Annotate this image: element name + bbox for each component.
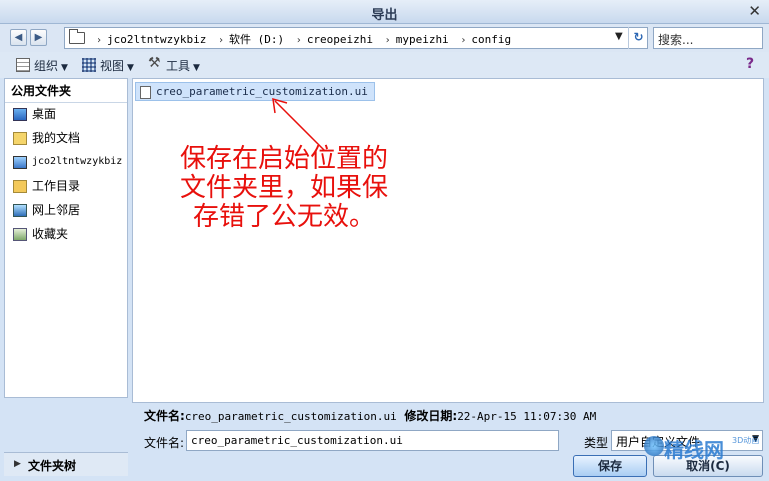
desktop-icon xyxy=(13,108,27,121)
details-modified-label: 修改日期: xyxy=(404,409,458,423)
type-label: 类型 xyxy=(584,436,609,450)
file-details: 文件名:creo_parametric_customization.ui 修改日… xyxy=(132,404,764,424)
sidebar-item-label: 桌面 xyxy=(32,107,57,121)
file-list: creo_parametric_customization.ui 保存在启始位置… xyxy=(132,78,764,403)
details-filename-value: creo_parametric_customization.ui xyxy=(184,410,397,423)
back-arrow-icon[interactable]: ◀ xyxy=(10,29,27,46)
breadcrumb: › jco2ltntwzykbiz › 软件 (D:) › creopeizhi › m… xyxy=(96,33,512,46)
organize-label: 组织 xyxy=(34,59,59,73)
tools-menu[interactable]: 工具▼ xyxy=(148,55,200,75)
computer-icon xyxy=(13,156,27,169)
breadcrumb-item[interactable]: creopeizhi xyxy=(307,33,373,46)
folder-icon xyxy=(69,29,85,44)
folder-tree-toggle[interactable]: ▶ 文件夹树 xyxy=(4,452,128,476)
documents-icon xyxy=(13,132,27,145)
file-icon xyxy=(140,86,151,99)
sidebar-title: 公用文件夹 xyxy=(5,79,127,103)
annotation-text: 保存在启始位置的文件夹里，如果保存错了公无效。 xyxy=(179,144,388,232)
tools-label: 工具 xyxy=(166,59,191,73)
close-icon[interactable]: ✕ xyxy=(748,2,761,20)
sidebar-item-documents[interactable]: 我的文档 xyxy=(5,127,127,151)
window-title: 导出 xyxy=(371,8,398,23)
title-bar: 导出 ✕ xyxy=(0,0,769,24)
network-icon xyxy=(13,204,27,217)
save-button[interactable]: 保存 xyxy=(573,455,647,477)
breadcrumb-item[interactable]: 软件 (D:) xyxy=(229,33,284,46)
forward-arrow-icon[interactable]: ▶ xyxy=(30,29,47,46)
details-modified-value: 22-Apr-15 11:07:30 AM xyxy=(457,410,597,423)
views-icon xyxy=(82,58,96,72)
chevron-down-icon: ▼ xyxy=(61,63,68,73)
views-menu[interactable]: 视图 ▼ xyxy=(82,57,134,75)
folder-tree-label: 文件夹树 xyxy=(28,459,77,473)
chevron-down-icon: ▼ xyxy=(127,63,134,73)
sidebar-item-label: 收藏夹 xyxy=(32,227,69,241)
organize-icon xyxy=(16,58,30,72)
sidebar-item-working-dir[interactable]: 工作目录 xyxy=(5,175,127,199)
breadcrumb-item[interactable]: jco2ltntwzykbiz xyxy=(107,33,206,46)
expand-triangle-icon: ▶ xyxy=(14,459,21,469)
chevron-down-icon[interactable]: ▼ xyxy=(615,31,623,42)
filename-label: 文件名: xyxy=(144,436,185,450)
sidebar-item-network[interactable]: 网上邻居 xyxy=(5,199,127,223)
sidebar-item-label: jco2ltntwzykbiz xyxy=(32,156,123,167)
cancel-button[interactable]: 取消(C) xyxy=(653,455,763,477)
sidebar-item-label: 网上邻居 xyxy=(32,203,81,217)
breadcrumb-item[interactable]: mypeizhi xyxy=(396,33,449,46)
refresh-icon[interactable]: ↻ xyxy=(628,27,648,49)
sidebar-item-favorites[interactable]: 收藏夹 xyxy=(5,223,127,247)
tools-icon xyxy=(148,55,162,72)
help-icon[interactable]: ? xyxy=(741,56,759,74)
sidebar: 公用文件夹 桌面 我的文档 jco2ltntwzykbiz 工作目录 网上邻居 … xyxy=(4,78,128,398)
breadcrumb-item[interactable]: config xyxy=(471,33,511,46)
favorites-icon xyxy=(13,228,27,241)
sidebar-item-label: 工作目录 xyxy=(32,179,81,193)
views-label: 视图 xyxy=(100,59,125,73)
chevron-down-icon: ▼ xyxy=(752,434,759,444)
sidebar-item-computer[interactable]: jco2ltntwzykbiz xyxy=(5,151,127,175)
navigation-bar: ◀ ▶ › jco2ltntwzykbiz › 软件 (D:) › creopeizh… xyxy=(0,24,769,52)
type-select[interactable]: 用户自定义文件 ▼ xyxy=(611,430,763,451)
filename-field[interactable]: creo_parametric_customization.ui xyxy=(186,430,559,451)
sidebar-item-label: 我的文档 xyxy=(32,131,81,145)
chevron-down-icon: ▼ xyxy=(193,63,200,73)
details-filename-label: 文件名: xyxy=(144,409,185,423)
toolbar: 组织▼ 视图▼ 工具▼ ? xyxy=(0,52,769,78)
organize-menu[interactable]: 组织 ▼ xyxy=(16,57,68,75)
sidebar-item-desktop[interactable]: 桌面 xyxy=(5,103,127,127)
address-bar[interactable]: › jco2ltntwzykbiz › 软件 (D:) › creopeizhi › m… xyxy=(64,27,648,49)
search-input[interactable]: 搜索... xyxy=(653,27,763,49)
working-dir-icon xyxy=(13,180,27,193)
type-value: 用户自定义文件 xyxy=(616,435,701,449)
